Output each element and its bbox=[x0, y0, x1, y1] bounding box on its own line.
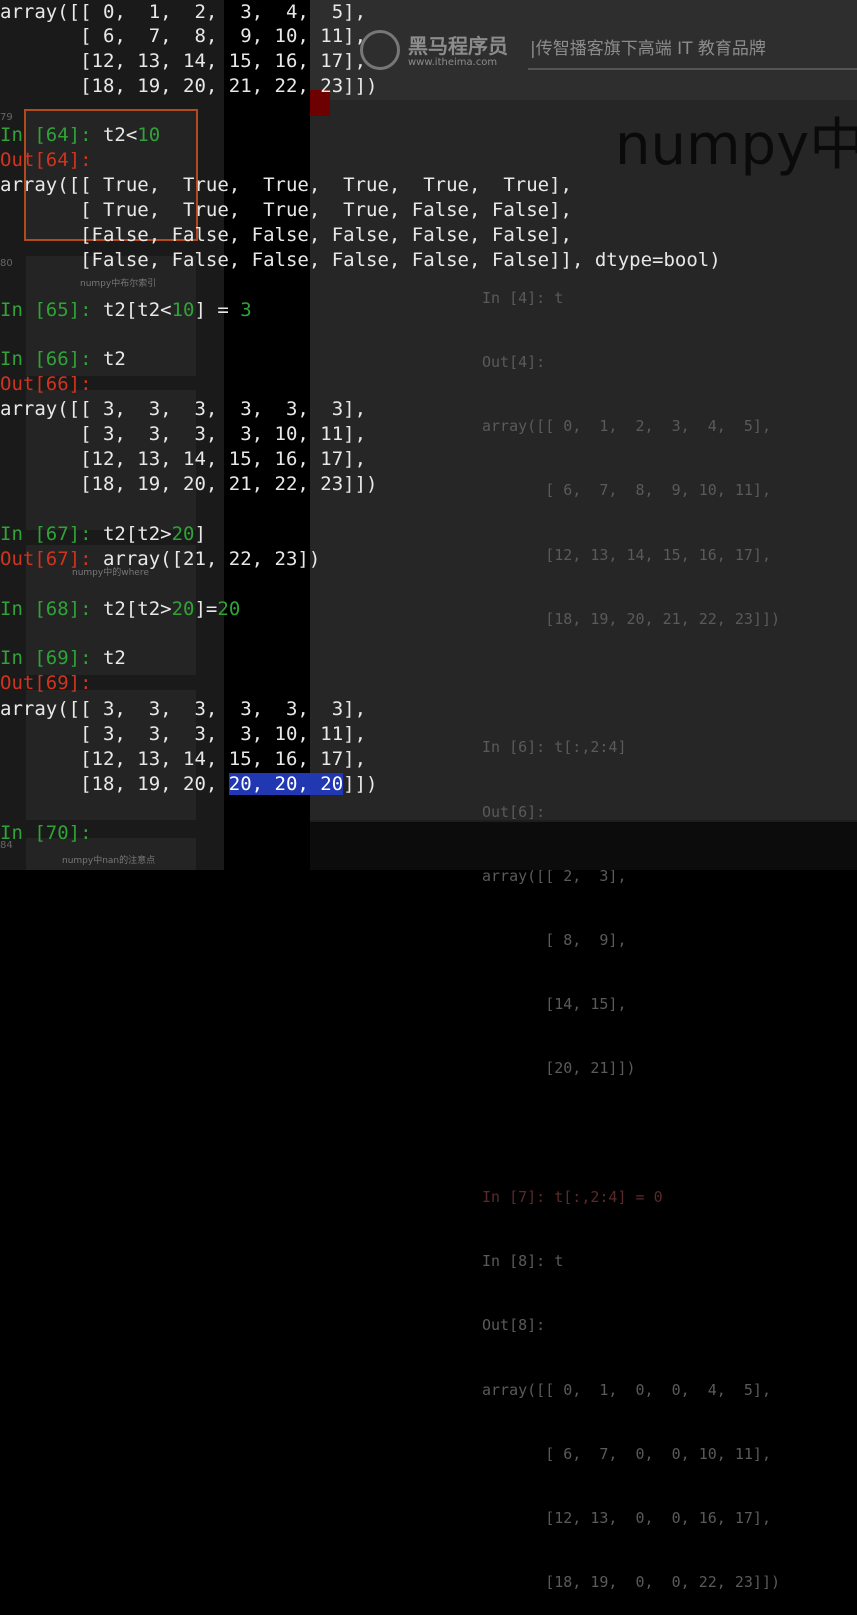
code-text: t2[t2> bbox=[102, 598, 172, 620]
output-line: [12, 13, 14, 15, 16, 17], bbox=[0, 748, 367, 770]
slide-code-line bbox=[482, 1123, 780, 1144]
output-line: array([[ 0, 1, 2, 3, 4, 5], bbox=[0, 1, 367, 23]
output-line: [18, 19, 20, 20, 20, 20]]) bbox=[0, 772, 378, 797]
input-line: In [66]: t2 bbox=[0, 347, 126, 372]
slide-code-line: [18, 19, 0, 0, 22, 23]]) bbox=[482, 1573, 781, 1592]
output-line: [False, False, False, False, False, Fals… bbox=[0, 224, 572, 246]
code-text: ] = bbox=[194, 299, 241, 321]
input-line: In [69]: t2 bbox=[0, 646, 126, 671]
code-number: 20 bbox=[171, 523, 195, 545]
out-prompt: Out[67]: bbox=[0, 548, 103, 570]
input-line[interactable]: In [70]: bbox=[0, 821, 103, 846]
code-number: 10 bbox=[171, 299, 195, 321]
output-line: array([[ 3, 3, 3, 3, 3, 3], bbox=[0, 398, 367, 420]
ipython-terminal[interactable]: array([[ 0, 1, 2, 3, 4, 5], [ 6, 7, 8, 9… bbox=[0, 0, 857, 870]
slide-code-line: array([[ 0, 1, 0, 0, 4, 5], bbox=[482, 1380, 771, 1399]
in-prompt: In [70]: bbox=[0, 822, 103, 844]
output-line: Out[67]: array([21, 22, 23]) bbox=[0, 547, 320, 572]
output-line: [False, False, False, False, False, Fals… bbox=[0, 249, 721, 271]
out-prompt: Out[69]: bbox=[0, 672, 92, 694]
in-prompt: In [69]: bbox=[0, 647, 103, 669]
slide-code-line: [14, 15], bbox=[482, 995, 627, 1014]
in-prompt: In [67]: bbox=[0, 523, 103, 545]
code-number: 3 bbox=[240, 299, 252, 321]
output-line: [ 3, 3, 3, 3, 10, 11], bbox=[0, 423, 367, 445]
text-selection[interactable]: 20, 20, 20 bbox=[228, 773, 344, 795]
output-line: [ True, True, True, True, False, False], bbox=[0, 199, 572, 221]
code-number: 20 bbox=[217, 598, 241, 620]
output-text: ]]) bbox=[343, 773, 378, 795]
input-line: In [64]: t2<10 bbox=[0, 123, 160, 148]
output-line: array([[ 3, 3, 3, 3, 3, 3], bbox=[0, 698, 367, 720]
slide-code-line: In [7]: t[:,2:4] = 0 bbox=[482, 1187, 663, 1206]
out-prompt: Out[66]: bbox=[0, 373, 92, 395]
input-line: In [65]: t2[t2<10] = 3 bbox=[0, 298, 252, 323]
inline-output: array([21, 22, 23]) bbox=[102, 548, 321, 570]
output-line: [18, 19, 20, 21, 22, 23]]) bbox=[0, 473, 378, 495]
code-text: t2< bbox=[102, 124, 138, 146]
code-text: ] bbox=[194, 523, 206, 545]
output-text: [18, 19, 20, bbox=[0, 773, 229, 795]
code-text: t2[t2> bbox=[102, 523, 172, 545]
output-line: [12, 13, 14, 15, 16, 17], bbox=[0, 50, 367, 72]
input-line: In [68]: t2[t2>20]=20 bbox=[0, 597, 240, 622]
code-text: ]= bbox=[194, 598, 218, 620]
slide-code-line: [ 8, 9], bbox=[482, 931, 627, 949]
output-line: [ 6, 7, 8, 9, 10, 11], bbox=[0, 25, 367, 47]
slide-code-line: [20, 21]]) bbox=[482, 1059, 636, 1078]
slide-code-line: In [8]: t bbox=[482, 1252, 564, 1271]
slide-code-line: Out[8]: bbox=[482, 1316, 546, 1335]
out-prompt: Out[64]: bbox=[0, 149, 92, 171]
input-line: In [67]: t2[t2>20] bbox=[0, 522, 206, 547]
code-number: 20 bbox=[171, 598, 195, 620]
code-text: t2 bbox=[102, 647, 126, 669]
slide-code-line: [ 6, 7, 0, 0, 10, 11], bbox=[482, 1444, 771, 1463]
in-prompt: In [66]: bbox=[0, 348, 103, 370]
in-prompt: In [64]: bbox=[0, 124, 103, 146]
output-line: [18, 19, 20, 21, 22, 23]]) bbox=[0, 75, 378, 97]
slide-code-line: [12, 13, 0, 0, 16, 17], bbox=[482, 1508, 771, 1527]
in-prompt: In [68]: bbox=[0, 598, 103, 620]
code-text: t2 bbox=[102, 348, 126, 370]
code-number: 10 bbox=[137, 124, 161, 146]
code-text: t2[t2< bbox=[102, 299, 172, 321]
output-line: [12, 13, 14, 15, 16, 17], bbox=[0, 448, 367, 470]
output-line: [ 3, 3, 3, 3, 10, 11], bbox=[0, 723, 367, 745]
in-prompt: In [65]: bbox=[0, 299, 103, 321]
output-line: array([[ True, True, True, True, True, T… bbox=[0, 174, 572, 196]
